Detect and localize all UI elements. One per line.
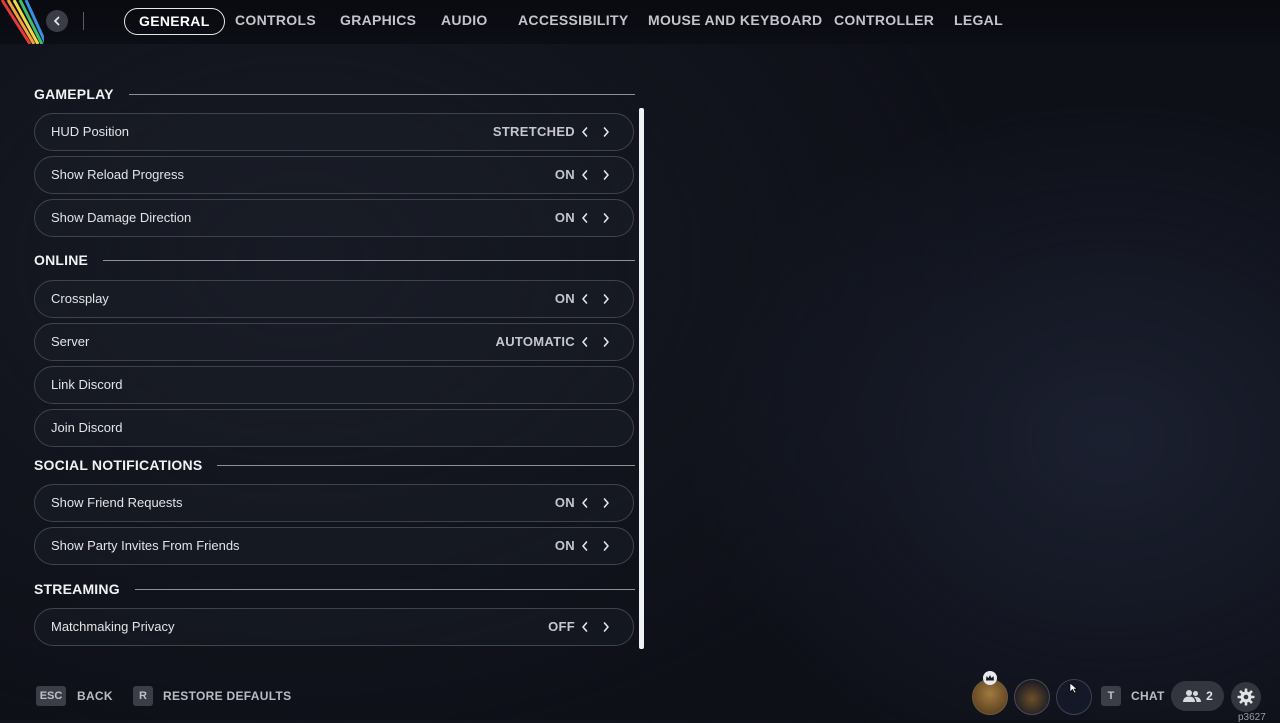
tab-controls[interactable]: CONTROLS — [235, 8, 316, 33]
chevron-left-icon[interactable] — [576, 123, 594, 141]
build-version: p3627 — [1238, 712, 1266, 723]
tab-audio[interactable]: AUDIO — [441, 8, 488, 33]
setting-label: Link Discord — [51, 377, 123, 392]
nav-divider — [83, 12, 84, 30]
section-divider — [217, 464, 635, 466]
chevron-right-icon[interactable] — [597, 333, 615, 351]
setting-label: Join Discord — [51, 420, 123, 435]
section-divider — [134, 588, 635, 590]
setting-label: Matchmaking Privacy — [51, 619, 175, 634]
section-divider — [128, 93, 635, 95]
crown-icon — [983, 671, 997, 685]
settings-button[interactable] — [1231, 682, 1261, 712]
setting-value: STRETCHED — [492, 124, 575, 139]
setting-label: Server — [51, 334, 90, 349]
section-divider — [103, 259, 635, 261]
chat-button[interactable]: CHAT — [1131, 686, 1165, 706]
friends-icon — [1183, 690, 1202, 702]
back-button[interactable] — [46, 10, 68, 32]
chevron-left-icon[interactable] — [576, 618, 594, 636]
setting-row-server[interactable]: Server AUTOMATIC — [34, 323, 634, 361]
section-social-notifications: SOCIAL NOTIFICATIONS — [34, 452, 635, 478]
section-title: SOCIAL NOTIFICATIONS — [34, 457, 203, 473]
chevron-left-icon[interactable] — [576, 333, 594, 351]
back-button-label[interactable]: BACK — [77, 686, 113, 706]
setting-row-show-reload-progress[interactable]: Show Reload Progress ON — [34, 156, 634, 194]
chevron-right-icon[interactable] — [597, 209, 615, 227]
chevron-left-icon[interactable] — [576, 166, 594, 184]
setting-row-hud-position[interactable]: HUD Position STRETCHED — [34, 113, 634, 151]
setting-label: Show Reload Progress — [51, 167, 184, 182]
section-streaming: STREAMING — [34, 576, 635, 602]
setting-row-crossplay[interactable]: Crossplay ON — [34, 280, 634, 318]
cursor-icon — [1069, 682, 1078, 694]
setting-label: Crossplay — [51, 291, 109, 306]
esc-key-hint: ESC — [36, 686, 66, 706]
setting-value: ON — [554, 167, 575, 182]
setting-label: HUD Position — [51, 124, 130, 139]
setting-row-join-discord[interactable]: Join Discord — [34, 409, 634, 447]
section-title: STREAMING — [34, 581, 120, 597]
setting-value: AUTOMATIC — [495, 334, 575, 349]
tab-controller[interactable]: CONTROLLER — [834, 8, 934, 33]
setting-label: Show Damage Direction — [51, 210, 192, 225]
setting-value: OFF — [548, 619, 575, 634]
chevron-right-icon[interactable] — [597, 290, 615, 308]
chevron-left-icon[interactable] — [576, 494, 594, 512]
party-member-avatar[interactable] — [1014, 679, 1050, 715]
chevron-left-icon[interactable] — [576, 537, 594, 555]
r-key-hint: R — [133, 686, 153, 706]
setting-row-show-damage-direction[interactable]: Show Damage Direction ON — [34, 199, 634, 237]
setting-row-matchmaking-privacy[interactable]: Matchmaking Privacy OFF — [34, 608, 634, 646]
gear-icon — [1237, 688, 1255, 706]
section-title: ONLINE — [34, 252, 89, 268]
setting-row-link-discord[interactable]: Link Discord — [34, 366, 634, 404]
setting-row-show-friend-requests[interactable]: Show Friend Requests ON — [34, 484, 634, 522]
brand-stripes-logo — [0, 0, 44, 44]
tab-mouse-and-keyboard[interactable]: MOUSE AND KEYBOARD — [648, 8, 822, 33]
setting-value: ON — [554, 538, 575, 553]
chevron-right-icon[interactable] — [597, 494, 615, 512]
setting-value: ON — [554, 495, 575, 510]
friends-button[interactable]: 2 — [1171, 681, 1224, 711]
chevron-left-icon[interactable] — [576, 290, 594, 308]
setting-label: Show Party Invites From Friends — [51, 538, 240, 553]
chevron-right-icon[interactable] — [597, 618, 615, 636]
scrollbar[interactable] — [639, 108, 644, 649]
friends-count: 2 — [1206, 689, 1213, 703]
tab-general[interactable]: GENERAL — [124, 8, 225, 35]
section-title: GAMEPLAY — [34, 86, 114, 102]
top-nav-bar: GENERAL CONTROLS GRAPHICS AUDIO ACCESSIB… — [0, 0, 1280, 44]
setting-value: ON — [554, 210, 575, 225]
chevron-left-icon — [54, 16, 60, 26]
chevron-left-icon[interactable] — [576, 209, 594, 227]
chevron-right-icon[interactable] — [597, 166, 615, 184]
section-gameplay: GAMEPLAY — [34, 81, 635, 107]
tab-accessibility[interactable]: ACCESSIBILITY — [518, 8, 628, 33]
setting-row-show-party-invites[interactable]: Show Party Invites From Friends ON — [34, 527, 634, 565]
restore-defaults-button[interactable]: RESTORE DEFAULTS — [163, 686, 291, 706]
tab-legal[interactable]: LEGAL — [954, 8, 1003, 33]
chevron-right-icon[interactable] — [597, 123, 615, 141]
setting-value: ON — [554, 291, 575, 306]
chevron-right-icon[interactable] — [597, 537, 615, 555]
setting-label: Show Friend Requests — [51, 495, 183, 510]
section-online: ONLINE — [34, 247, 635, 273]
t-key-hint: T — [1101, 686, 1121, 706]
tab-graphics[interactable]: GRAPHICS — [340, 8, 416, 33]
